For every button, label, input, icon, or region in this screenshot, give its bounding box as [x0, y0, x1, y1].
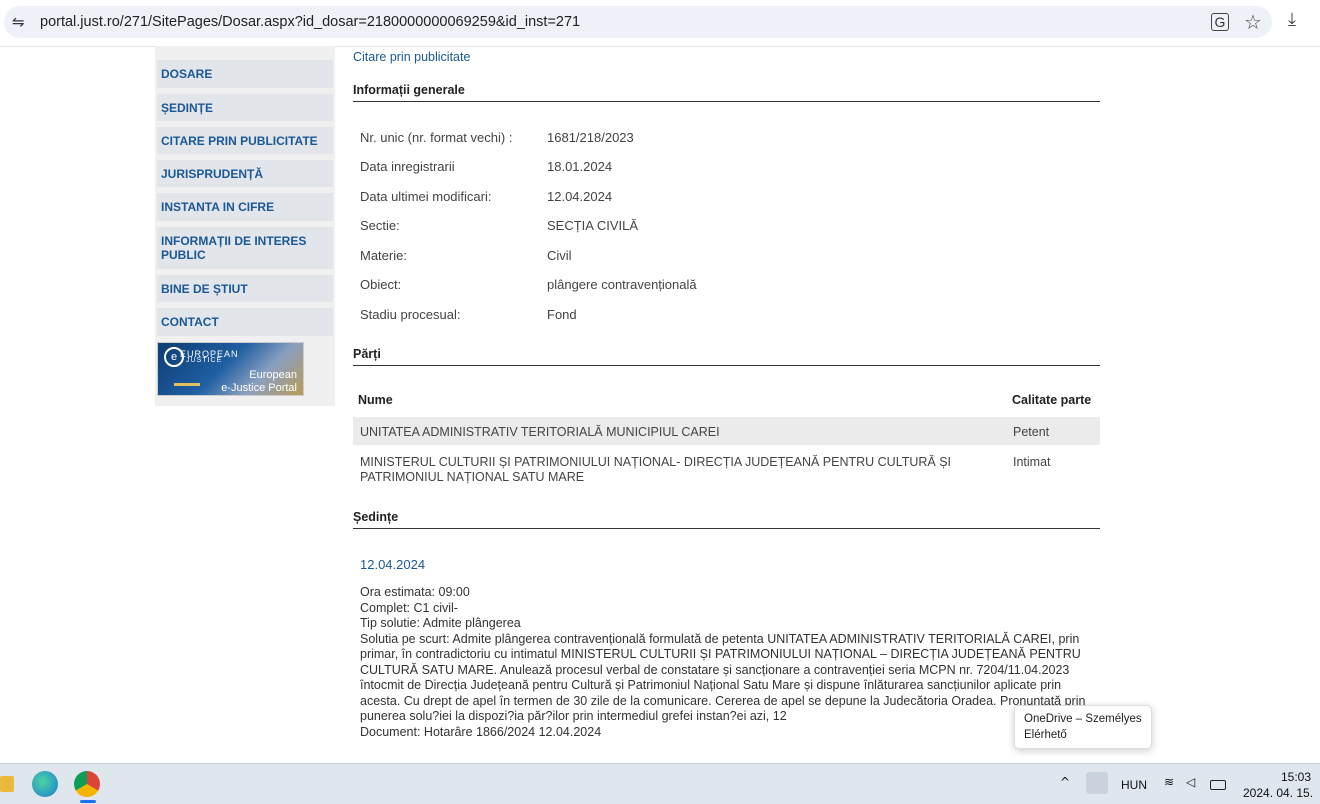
taskbar: ^ HUN ≋ ◁ 15:03 2024. 04. 15.: [0, 763, 1320, 804]
complet: Complet: C1 civil-: [360, 600, 458, 615]
clock-time[interactable]: 15:03: [1281, 770, 1311, 784]
url-text[interactable]: portal.just.ro/271/SitePages/Dosar.aspx?…: [40, 14, 580, 30]
battery-icon[interactable]: [1210, 780, 1226, 790]
sidebar-item-sedinte[interactable]: ȘEDINȚE: [157, 94, 333, 121]
browser-toolbar: ⇋ portal.just.ro/271/SitePages/Dosar.asp…: [0, 0, 1320, 47]
citare-link[interactable]: Citare prin publicitate: [353, 50, 470, 64]
table-row: UNITATEA ADMINISTRATIV TERITORIALĂ MUNIC…: [353, 417, 1100, 445]
field-value: plângere contravențională: [547, 277, 697, 292]
tooltip-status: Elérhető: [1024, 729, 1067, 741]
field-value: SECȚIA CIVILĂ: [547, 218, 639, 233]
scales-icon: [174, 373, 200, 386]
banner-caption-1: European: [249, 369, 297, 381]
download-icon[interactable]: ⤓: [1288, 9, 1296, 30]
solutia-pe-scurt: Solutia pe scurt: Admite plângerea contr…: [360, 631, 1086, 724]
tip-solutie: Tip solutie: Admite plângerea: [360, 616, 521, 630]
sidebar-item-contact[interactable]: CONTACT: [157, 308, 333, 336]
field-label: Data ultimei modificari:: [360, 189, 492, 204]
col-header-calitate: Calitate parte: [1012, 393, 1092, 407]
clock-date[interactable]: 2024. 04. 15.: [1243, 786, 1313, 800]
language-indicator[interactable]: HUN: [1121, 778, 1147, 792]
chrome-icon[interactable]: [74, 771, 100, 797]
banner-caption-2: e-Justice Portal: [221, 382, 297, 394]
field-value: 1681/218/2023: [547, 130, 634, 145]
ora-estimata: Ora estimata: 09:00: [360, 585, 470, 599]
field-label: Stadiu procesual:: [360, 307, 461, 322]
onedrive-tooltip: OneDrive – Személyes Elérhető: [1014, 705, 1152, 749]
section-informatii-generale: Informații generale: [353, 83, 1100, 102]
field-value: 12.04.2024: [547, 189, 613, 204]
file-explorer-icon[interactable]: [0, 776, 14, 792]
field-label: Materie:: [360, 248, 407, 263]
party-role: Petent: [1013, 425, 1050, 439]
onedrive-icon[interactable]: [1086, 772, 1108, 794]
sidebar-item-jurisprudenta[interactable]: JURISPRUDENȚĂ: [157, 160, 333, 187]
sidebar-item-interes-public[interactable]: INFORMAȚII DE INTERES PUBLIC: [157, 227, 333, 269]
tooltip-title: OneDrive – Személyes: [1024, 713, 1142, 725]
document: Document: Hotarâre 1866/2024 12.04.2024: [360, 724, 602, 739]
banner-brand-2: JUSTICE: [186, 357, 223, 364]
sidebar-item-instanta[interactable]: INSTANTA IN CIFRE: [157, 193, 333, 221]
bookmark-star-icon[interactable]: ☆: [1244, 10, 1262, 34]
section-parti: Părți: [353, 347, 1100, 366]
sedinta-date: 12.04.2024: [360, 557, 426, 572]
field-label: Sectie:: [360, 218, 400, 233]
site-settings-icon[interactable]: ⇋: [12, 13, 25, 31]
volume-icon[interactable]: ◁: [1186, 775, 1195, 789]
party-name: UNITATEA ADMINISTRATIV TERITORIALĂ MUNIC…: [360, 425, 720, 439]
field-label: Data inregistrarii: [360, 159, 455, 174]
party-role: Intimat: [1013, 455, 1051, 469]
field-value: 18.01.2024: [547, 159, 613, 174]
wifi-icon[interactable]: ≋: [1164, 775, 1174, 789]
field-value: Fond: [547, 307, 577, 322]
chevron-up-icon[interactable]: ^: [1060, 775, 1070, 789]
party-name: MINISTERUL CULTURII ȘI PATRIMONIULUI NAȚ…: [360, 455, 952, 484]
sidebar-item-citare[interactable]: CITARE PRIN PUBLICITATE: [157, 127, 333, 154]
edge-icon[interactable]: [32, 771, 58, 797]
address-bar[interactable]: ⇋ portal.just.ro/271/SitePages/Dosar.asp…: [4, 6, 1272, 38]
field-label: Obiect:: [360, 277, 402, 292]
col-header-nume: Nume: [358, 393, 393, 407]
european-e-justice-banner[interactable]: e EUROPEAN JUSTICE European e-Justice Po…: [157, 342, 304, 396]
translate-icon[interactable]: G: [1211, 13, 1229, 31]
sidebar-item-bine-de-stiut[interactable]: BINE DE ȘTIUT: [157, 275, 333, 302]
sedinta-details: Ora estimata: 09:00 Complet: C1 civil- T…: [360, 585, 1090, 740]
field-value: Civil: [547, 248, 572, 263]
field-label: Nr. unic (nr. format vechi) :: [360, 130, 513, 145]
section-sedinte: Ședințe: [353, 510, 1100, 529]
sidebar-item-dosare[interactable]: DOSARE: [157, 60, 333, 88]
table-row: MINISTERUL CULTURII ȘI PATRIMONIULUI NAȚ…: [353, 447, 1100, 487]
